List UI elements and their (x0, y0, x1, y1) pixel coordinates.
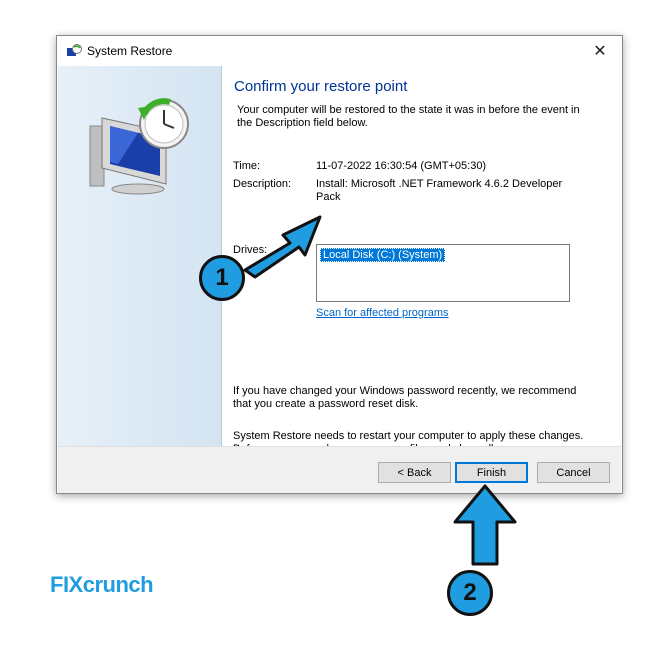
system-restore-dialog: System Restore ✕ Confirm your restore po… (56, 35, 623, 494)
description-label: Description: (233, 178, 292, 190)
cancel-button[interactable]: Cancel (537, 462, 610, 483)
description-value: Install: Microsoft .NET Framework 4.6.2 … (316, 178, 563, 203)
close-button[interactable]: ✕ (578, 36, 622, 66)
system-restore-icon (89, 98, 189, 195)
page-title: Confirm your restore point (234, 78, 408, 95)
arrow-pointer-icon (243, 215, 322, 279)
password-note: If you have changed your Windows passwor… (233, 385, 577, 410)
drives-list[interactable]: Local Disk (C:) (System) (316, 244, 570, 302)
close-icon: ✕ (593, 43, 607, 60)
system-restore-icon (67, 44, 82, 56)
time-value: 11-07-2022 16:30:54 (GMT+05:30) (316, 160, 487, 172)
callout-badge-2: 2 (447, 570, 493, 616)
callout-badge-1: 1 (199, 255, 245, 301)
brand-logo: FIXcrunch (50, 572, 154, 597)
window-title: System Restore (87, 44, 173, 58)
intro-text: Your computer will be restored to the st… (237, 104, 580, 129)
time-label: Time: (233, 160, 261, 172)
scan-affected-programs-link[interactable]: Scan for affected programs (316, 307, 448, 319)
arrow-pointer-icon (453, 484, 517, 566)
drive-item-c[interactable]: Local Disk (C:) (System) (320, 248, 446, 262)
sidebar-banner (58, 66, 222, 446)
back-button[interactable]: < Back (378, 462, 451, 483)
finish-button[interactable]: Finish (455, 462, 528, 483)
title-bar[interactable]: System Restore ✕ (57, 36, 622, 66)
button-bar: < Back Finish Cancel (58, 446, 621, 493)
